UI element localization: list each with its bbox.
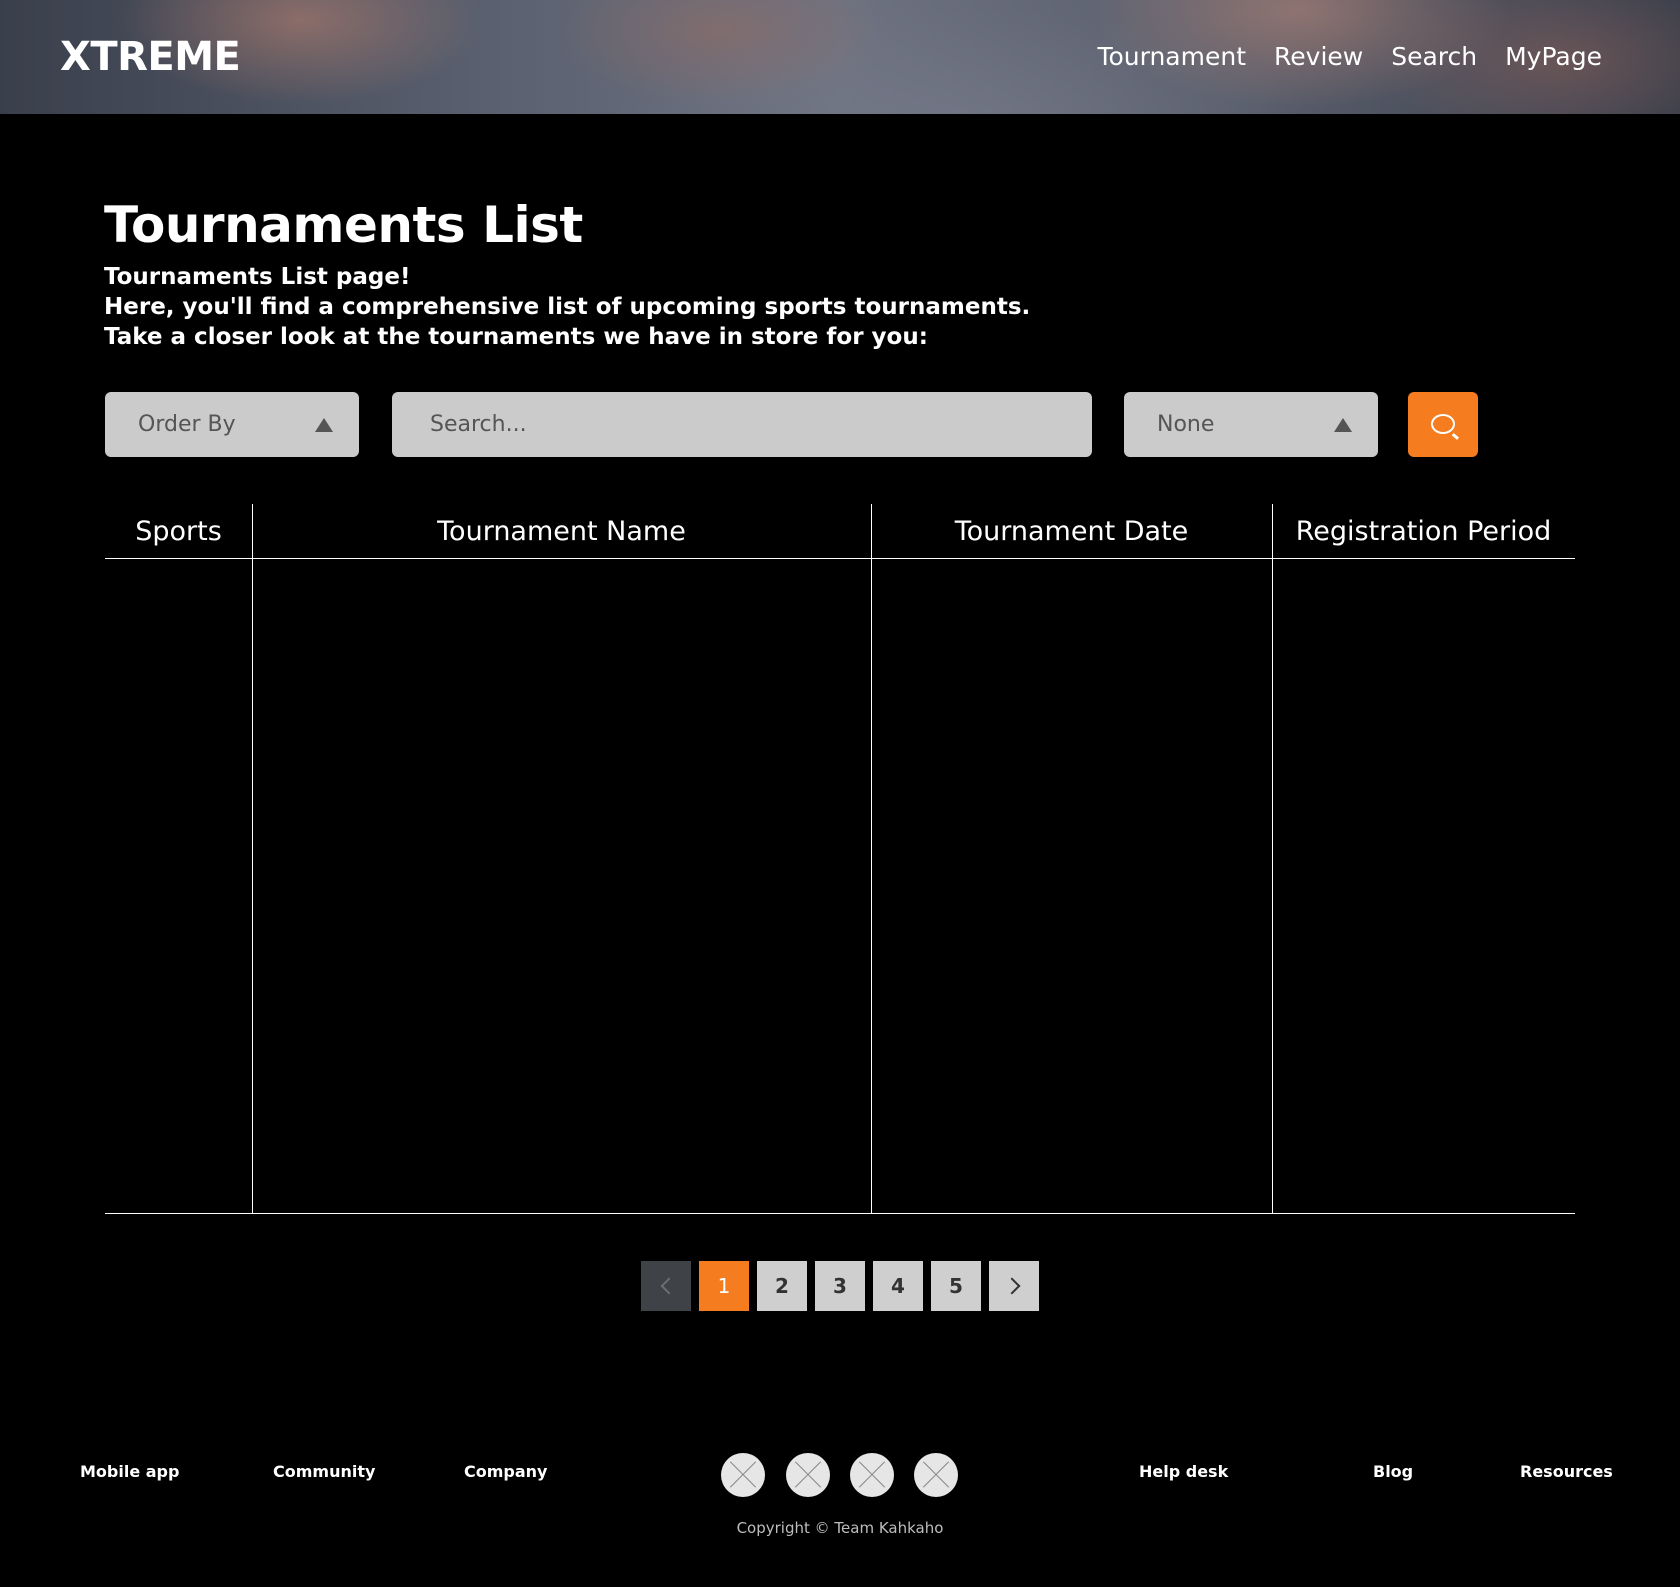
caret-up-icon xyxy=(315,418,333,432)
header-divider xyxy=(105,558,1575,559)
nav-review[interactable]: Review xyxy=(1274,42,1363,71)
chevron-left-icon xyxy=(660,1277,677,1295)
main-nav: Tournament Review Search MyPage xyxy=(1069,42,1602,71)
order-by-label: Order By xyxy=(138,412,236,437)
column-divider xyxy=(871,504,872,1214)
footer-link-blog[interactable]: Blog xyxy=(1373,1462,1413,1481)
footer-link-help-desk[interactable]: Help desk xyxy=(1139,1462,1228,1481)
prev-page-button[interactable] xyxy=(641,1261,691,1311)
intro-line: Tournaments List page! xyxy=(104,264,411,290)
tournaments-table: Sports Tournament Name Tournament Date R… xyxy=(105,504,1575,1214)
column-header-sports[interactable]: Sports xyxy=(105,504,252,558)
caret-up-icon xyxy=(1334,418,1352,432)
chevron-right-icon xyxy=(1003,1277,1020,1295)
column-header-registration-period[interactable]: Registration Period xyxy=(1272,504,1575,558)
intro-line: Take a closer look at the tournaments we… xyxy=(104,324,928,350)
social-icon[interactable] xyxy=(786,1453,830,1497)
search-icon xyxy=(1431,414,1455,434)
nav-search[interactable]: Search xyxy=(1391,42,1477,71)
footer-link-community[interactable]: Community xyxy=(273,1462,375,1481)
intro-line: Here, you'll find a comprehensive list o… xyxy=(104,294,1031,320)
page-button-1[interactable]: 1 xyxy=(699,1261,749,1311)
page-button-3[interactable]: 3 xyxy=(815,1261,865,1311)
copyright-text: Copyright © Team Kahkaho xyxy=(736,1519,944,1537)
nav-mypage[interactable]: MyPage xyxy=(1505,42,1602,71)
search-input[interactable] xyxy=(392,392,1092,457)
nav-tournament[interactable]: Tournament xyxy=(1097,42,1246,71)
order-by-select[interactable]: Order By xyxy=(105,392,359,457)
page-button-5[interactable]: 5 xyxy=(931,1261,981,1311)
site-logo[interactable]: XTREME xyxy=(60,34,241,80)
table-bottom-border xyxy=(105,1213,1575,1214)
column-header-tournament-date[interactable]: Tournament Date xyxy=(871,504,1272,558)
page-intro: Tournaments List page! Here, you'll find… xyxy=(104,262,1030,352)
column-divider xyxy=(1272,504,1273,1214)
column-divider xyxy=(252,504,253,1214)
pagination: 1 2 3 4 5 xyxy=(641,1261,1047,1311)
footer-link-resources[interactable]: Resources xyxy=(1520,1462,1613,1481)
page-title: Tournaments List xyxy=(104,196,583,254)
filter-select[interactable]: None xyxy=(1124,392,1378,457)
footer-link-mobile-app[interactable]: Mobile app xyxy=(80,1462,179,1481)
next-page-button[interactable] xyxy=(989,1261,1039,1311)
social-icon[interactable] xyxy=(914,1453,958,1497)
filter-label: None xyxy=(1157,412,1215,437)
social-icon[interactable] xyxy=(721,1453,765,1497)
search-button[interactable] xyxy=(1408,392,1478,457)
footer-link-company[interactable]: Company xyxy=(464,1462,547,1481)
column-header-tournament-name[interactable]: Tournament Name xyxy=(252,504,871,558)
social-icon[interactable] xyxy=(850,1453,894,1497)
page-button-4[interactable]: 4 xyxy=(873,1261,923,1311)
header-banner: XTREME Tournament Review Search MyPage xyxy=(0,0,1680,114)
page-button-2[interactable]: 2 xyxy=(757,1261,807,1311)
